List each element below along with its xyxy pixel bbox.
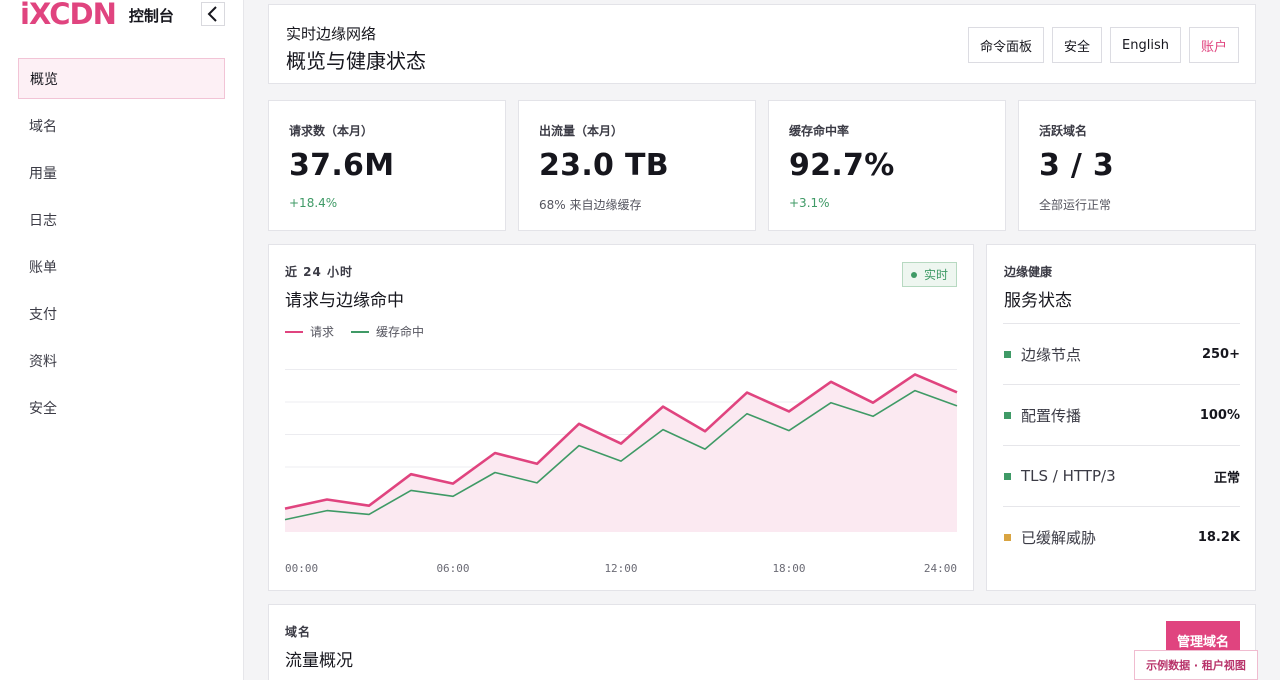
sidebar-item-security[interactable]: 安全 [18, 387, 225, 428]
legend-label: 请求 [310, 325, 335, 339]
sidebar-item-billing[interactable]: 账单 [18, 246, 225, 287]
health-title: 服务状态 [1004, 291, 1072, 311]
sidebar-item-logs[interactable]: 日志 [18, 199, 225, 240]
health-name: TLS / HTTP/3 [1021, 467, 1116, 485]
legend-swatch [285, 330, 303, 333]
console-title: 控制台 [128, 6, 174, 25]
sidebar-item-domains[interactable]: 域名 [18, 105, 225, 146]
stat-value: 37.6M [289, 148, 395, 183]
chart-legend: 请求 缓存命中 [285, 323, 441, 340]
health-name: 已缓解威胁 [1021, 529, 1097, 547]
sidebar-item-label: 资料 [29, 353, 57, 370]
stat-note: 68% 来自边缘缓存 [539, 198, 642, 212]
legend-item-requests: 请求 [285, 323, 334, 340]
legend-swatch [351, 330, 370, 333]
status-ok-icon [1004, 411, 1011, 419]
stat-change: +18.4% [289, 196, 338, 210]
page-subtitle: 实时边缘网络 [286, 25, 377, 43]
sidebar-item-label: 账单 [29, 259, 57, 276]
domains-title: 流量概况 [285, 651, 353, 671]
health-name: 边缘节点 [1021, 345, 1082, 364]
sidebar-item-payment[interactable]: 支付 [18, 293, 225, 334]
health-value: 100% [1199, 407, 1240, 423]
stat-label: 请求数（本月） [289, 124, 374, 138]
stat-card-egress: 出流量（本月） 23.0 TB 68% 来自边缘缓存 [518, 100, 756, 231]
live-dot-icon [910, 271, 917, 278]
demo-data-badge: 示例数据 · 租户视图 [1134, 650, 1258, 680]
health-value: 正常 [1213, 470, 1240, 486]
health-list: 边缘节点 250+ 配置传播 100% TLS / HTTP/3 正常 已缓解威… [1003, 323, 1240, 568]
stat-label: 出流量（本月） [539, 124, 624, 138]
sidebar-item-usage[interactable]: 用量 [18, 152, 225, 193]
stat-value: 3 / 3 [1039, 148, 1115, 183]
stat-card-domains: 活跃域名 3 / 3 全部运行正常 [1018, 100, 1256, 231]
live-label: 实时 [923, 268, 948, 282]
page-title: 概览与健康状态 [286, 49, 426, 73]
x-tick-label: 06:00 [436, 562, 469, 575]
domains-card: 域名 流量概况 管理域名 [268, 604, 1256, 680]
x-tick-label: 18:00 [772, 562, 805, 575]
health-row: TLS / HTTP/3 正常 [1003, 446, 1240, 507]
sidebar-item-profile[interactable]: 资料 [18, 340, 225, 381]
sidebar: iXCDN 控制台 概览 域名 用量 日志 账单 支付 资料 安全 [0, 0, 244, 680]
health-row: 边缘节点 250+ [1003, 324, 1240, 385]
traffic-chart-card: 00:00 06:00 12:00 18:00 24:00 近 24 小时 请求与边缘命… [268, 244, 974, 591]
stat-change: +3.1% [789, 196, 830, 210]
brand[interactable]: iXCDN 控制台 [20, 0, 174, 32]
legend-label: 缓存命中 [376, 325, 425, 339]
logo[interactable]: iXCDN [20, 0, 117, 29]
account-button[interactable]: 账户 [1188, 27, 1239, 63]
requests-area [285, 374, 957, 532]
sidebar-item-label: 用量 [29, 165, 57, 182]
status-ok-icon [1004, 350, 1011, 358]
stat-label: 缓存命中率 [789, 124, 850, 138]
language-button[interactable]: English [1110, 27, 1181, 63]
sidebar-item-label: 域名 [29, 118, 57, 135]
status-ok-icon [1004, 472, 1011, 480]
health-value: 18.2K [1197, 530, 1240, 545]
x-tick-label: 12:00 [604, 562, 637, 575]
health-name: 配置传播 [1021, 406, 1082, 425]
x-tick-label: 24:00 [924, 562, 957, 575]
chart-title: 请求与边缘命中 [285, 291, 404, 311]
header-actions: 命令面板 安全 English 账户 [968, 27, 1239, 63]
health-card: 边缘健康 服务状态 边缘节点 250+ 配置传播 100% TLS / HTTP… [986, 244, 1256, 591]
x-tick-label: 00:00 [285, 562, 318, 575]
security-button[interactable]: 安全 [1052, 27, 1103, 63]
health-row: 已缓解威胁 18.2K [1003, 507, 1240, 568]
live-badge: 实时 [901, 262, 957, 287]
health-eyebrow: 边缘健康 [1004, 265, 1053, 279]
stat-value: 23.0 TB [539, 148, 669, 183]
stat-card-cache-hit: 缓存命中率 92.7% +3.1% [768, 100, 1006, 231]
chart-eyebrow: 近 24 小时 [285, 265, 354, 279]
page-header: 实时边缘网络 概览与健康状态 命令面板 安全 English 账户 [268, 4, 1256, 84]
status-warning-icon [1004, 534, 1011, 541]
sidebar-item-label: 日志 [29, 212, 57, 229]
stat-card-requests: 请求数（本月） 37.6M +18.4% [268, 100, 506, 231]
sidebar-item-label: 支付 [29, 306, 57, 323]
sidebar-item-overview[interactable]: 概览 [18, 58, 225, 99]
collapse-sidebar-button[interactable] [201, 2, 225, 26]
chevron-left-icon [207, 6, 217, 22]
legend-item-cache-hits: 缓存命中 [351, 323, 424, 340]
sidebar-item-label: 概览 [30, 71, 58, 88]
health-value: 250+ [1201, 346, 1240, 362]
health-row: 配置传播 100% [1003, 385, 1240, 446]
stat-label: 活跃域名 [1039, 124, 1088, 138]
sidebar-item-label: 安全 [29, 400, 57, 417]
command-palette-button[interactable]: 命令面板 [968, 27, 1045, 63]
stat-value: 92.7% [789, 148, 895, 183]
sidebar-nav: 概览 域名 用量 日志 账单 支付 资料 安全 [18, 58, 225, 434]
stat-note: 全部运行正常 [1039, 198, 1112, 212]
domains-eyebrow: 域名 [285, 625, 312, 639]
